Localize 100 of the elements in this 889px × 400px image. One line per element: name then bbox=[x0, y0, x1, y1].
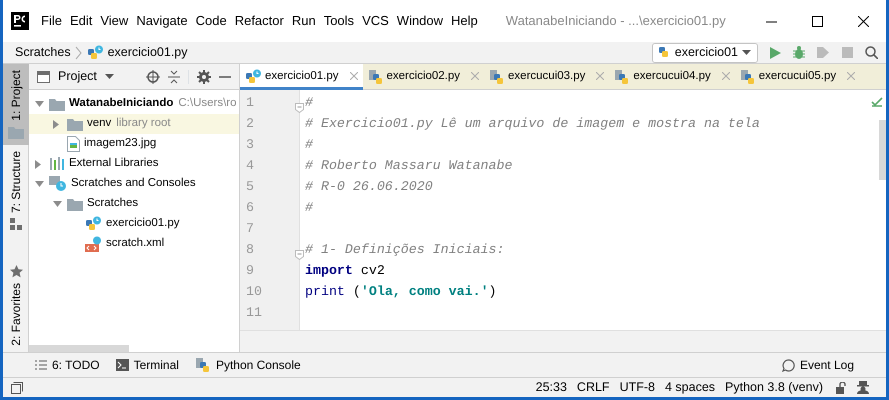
tree-row[interactable]: venv library root bbox=[29, 114, 239, 134]
status-item[interactable]: 25:33 bbox=[530, 378, 572, 397]
collapsed-arrow-icon bbox=[35, 160, 41, 168]
code-line: # bbox=[305, 137, 313, 152]
menu-item[interactable]: Tools bbox=[320, 11, 358, 31]
fold-marker-icon[interactable] bbox=[295, 250, 304, 260]
panel-icon bbox=[37, 70, 50, 82]
python-file-icon bbox=[85, 216, 102, 232]
coverage-icon bbox=[817, 46, 830, 59]
bug-icon bbox=[793, 46, 805, 59]
line-number: 3 bbox=[245, 136, 255, 154]
menu-item[interactable]: View bbox=[96, 11, 132, 31]
code-line: # bbox=[305, 95, 313, 110]
folder-icon bbox=[67, 198, 83, 210]
tree-row[interactable]: scratch.xml bbox=[29, 234, 239, 254]
menu-item[interactable]: Code bbox=[192, 11, 231, 31]
line-number: 6 bbox=[245, 199, 255, 217]
code-line: print ('Ola, como vai.') bbox=[305, 284, 497, 299]
status-item[interactable]: UTF-8 bbox=[614, 378, 660, 397]
editor-tab[interactable]: exercucui04.py bbox=[609, 64, 735, 90]
menu-item[interactable]: Refactor bbox=[230, 11, 288, 31]
pycharm-logo-icon bbox=[11, 12, 29, 30]
lock-icon[interactable] bbox=[836, 382, 848, 394]
fold-marker-icon[interactable] bbox=[295, 103, 304, 114]
code-line: # Roberto Massaru Watanabe bbox=[305, 158, 512, 173]
line-number: 2 bbox=[245, 115, 255, 133]
tool-window-button[interactable]: 6: TODO bbox=[27, 356, 108, 374]
line-number: 8 bbox=[245, 241, 255, 259]
menu-item[interactable]: Window bbox=[392, 11, 448, 31]
menu-item[interactable]: Edit bbox=[66, 11, 96, 31]
editor-tab[interactable]: exercicio01.py bbox=[240, 64, 363, 90]
line-number: 4 bbox=[245, 157, 255, 175]
close-icon[interactable] bbox=[471, 72, 480, 80]
caret-icon bbox=[742, 50, 751, 55]
tree-row[interactable]: imagem23.jpg bbox=[29, 134, 239, 154]
terminal-icon bbox=[116, 359, 129, 371]
project-view-dropdown[interactable]: Project bbox=[58, 67, 114, 86]
status-item[interactable]: Python 3.8 (venv) bbox=[720, 378, 828, 397]
gear-icon[interactable] bbox=[197, 70, 211, 84]
status-item[interactable]: 4 spaces bbox=[660, 378, 720, 397]
person-icon[interactable] bbox=[856, 381, 870, 394]
check-icon bbox=[871, 97, 883, 108]
expanded-arrow-icon bbox=[35, 101, 44, 107]
python-file-icon bbox=[740, 69, 756, 85]
tool-window-button[interactable]: Python Console bbox=[186, 356, 309, 374]
line-number: 11 bbox=[245, 304, 263, 322]
stop-icon bbox=[842, 47, 853, 58]
search-icon bbox=[865, 46, 878, 59]
tree-row[interactable]: External Libraries bbox=[29, 154, 239, 174]
libraries-icon bbox=[49, 157, 65, 171]
python-file-icon bbox=[86, 44, 104, 60]
tree-row[interactable]: Scratches and Consoles bbox=[29, 174, 239, 194]
editor-tab[interactable]: exercucui05.py bbox=[734, 64, 860, 90]
tree-row[interactable]: WatanabeIniciando C:\Users\ro bbox=[29, 94, 239, 114]
code-line: # Exercicio01.py Lê um arquivo de imagem e mostra na tela bbox=[305, 116, 760, 131]
folder-icon bbox=[49, 98, 65, 110]
status-item[interactable]: CRLF bbox=[572, 378, 615, 397]
run-configuration-dropdown[interactable]: exercicio01 bbox=[652, 42, 758, 62]
collapse-icon[interactable] bbox=[168, 70, 180, 84]
close-icon[interactable] bbox=[847, 72, 856, 80]
window-icon[interactable] bbox=[11, 382, 23, 394]
list-icon bbox=[35, 360, 47, 370]
tree-row[interactable]: exercicio01.py bbox=[29, 214, 239, 234]
line-number: 5 bbox=[245, 178, 255, 196]
scratches-icon bbox=[49, 176, 67, 192]
tree-row[interactable]: Scratches bbox=[29, 194, 239, 214]
scrollbar[interactable] bbox=[29, 345, 129, 352]
line-number: 1 bbox=[245, 94, 255, 112]
tool-window-tab[interactable]: 1: Project bbox=[3, 64, 29, 145]
python-file-icon bbox=[614, 69, 630, 85]
caret-icon bbox=[104, 74, 114, 79]
editor-tab[interactable]: exercicio02.py bbox=[362, 64, 484, 90]
line-number: 10 bbox=[245, 283, 263, 301]
python-file-icon bbox=[368, 69, 384, 85]
breadcrumb[interactable]: Scratches bbox=[15, 43, 71, 62]
python-file-icon bbox=[245, 69, 262, 85]
code-line: # 1- Definições Iniciais: bbox=[305, 242, 504, 257]
tool-window-button[interactable]: Terminal bbox=[108, 356, 187, 374]
locate-icon[interactable] bbox=[146, 70, 160, 84]
structure-icon bbox=[10, 218, 22, 230]
menu-item[interactable]: File bbox=[37, 11, 66, 31]
line-number: 7 bbox=[245, 220, 255, 238]
folder-icon bbox=[67, 118, 83, 130]
tool-window-tab[interactable]: 2: Favorites bbox=[3, 259, 29, 352]
breadcrumb[interactable]: exercicio01.py bbox=[108, 43, 188, 62]
close-icon[interactable] bbox=[722, 72, 730, 80]
tool-window-tab[interactable]: 7: Structure bbox=[3, 144, 29, 236]
close-icon[interactable] bbox=[596, 72, 604, 80]
scrollbar[interactable] bbox=[879, 120, 886, 180]
close-icon[interactable] bbox=[350, 72, 358, 80]
menu-item[interactable]: Navigate bbox=[132, 11, 192, 31]
editor-tab[interactable]: exercucui03.py bbox=[484, 64, 610, 90]
menu-item[interactable]: Run bbox=[288, 11, 320, 31]
horizontal-scrollbar[interactable] bbox=[240, 330, 886, 352]
menu-item[interactable]: Help bbox=[447, 11, 482, 31]
expanded-arrow-icon bbox=[35, 181, 44, 187]
expanded-arrow-icon bbox=[53, 201, 62, 207]
menu-item[interactable]: VCS bbox=[358, 11, 393, 31]
code-line: # R-0 26.06.2020 bbox=[305, 179, 433, 194]
event-log-button[interactable]: Event Log bbox=[774, 356, 862, 374]
